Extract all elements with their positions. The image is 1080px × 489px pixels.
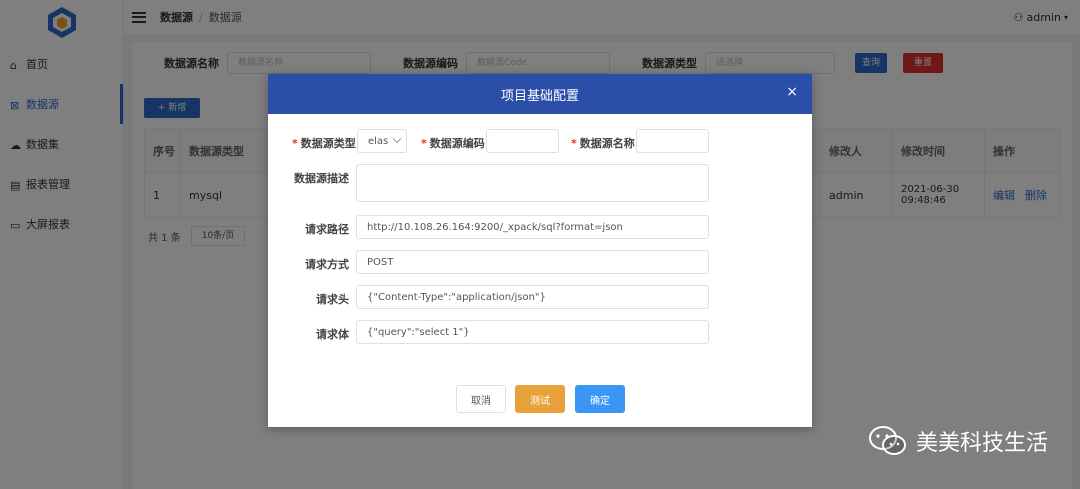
url-input[interactable]: http://10.108.26.164:9200/_xpack/sql?for… — [356, 215, 709, 239]
name-label: * 数据源名称 — [571, 137, 635, 150]
method-label: 请求方式 — [305, 258, 349, 271]
cancel-button[interactable]: 取消 — [456, 385, 506, 413]
name-input[interactable] — [636, 129, 709, 153]
body-label: 请求体 — [316, 328, 349, 341]
project-config-dialog: 项目基础配置 × * 数据源类型 elas * 数据源编码 * 数据源名称 数据源描述… — [268, 74, 812, 427]
type-label: * 数据源类型 — [292, 137, 356, 150]
wechat-icon — [868, 426, 906, 455]
type-select-value: elas — [368, 135, 389, 147]
code-input[interactable] — [486, 129, 559, 153]
dialog-header: 项目基础配置 × — [268, 74, 812, 114]
desc-label: 数据源描述 — [294, 172, 349, 185]
url-label: 请求路径 — [305, 223, 349, 236]
body-input[interactable]: {"query":"select 1"} — [356, 320, 709, 344]
close-icon[interactable]: × — [786, 85, 798, 99]
code-label: * 数据源编码 — [421, 137, 485, 150]
chevron-down-icon — [392, 134, 402, 144]
dialog-title: 项目基础配置 — [500, 88, 579, 104]
desc-textarea[interactable] — [356, 164, 709, 202]
watermark-text: 美美科技生活 — [915, 431, 1048, 456]
method-input[interactable]: POST — [356, 250, 709, 274]
header-input[interactable]: {"Content-Type":"application/json"} — [356, 285, 709, 309]
type-select[interactable]: elas — [357, 129, 407, 153]
watermark: 美美科技生活 — [868, 424, 1048, 458]
ok-button[interactable]: 确定 — [575, 385, 625, 413]
test-button[interactable]: 测试 — [515, 385, 565, 413]
header-label: 请求头 — [316, 293, 349, 306]
